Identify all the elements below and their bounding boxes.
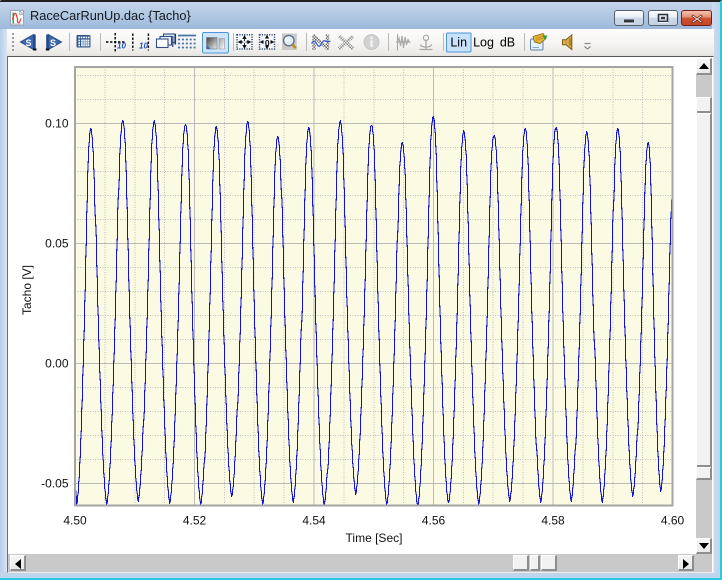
svg-text:4.58: 4.58 bbox=[541, 514, 565, 528]
svg-text:Log: Log bbox=[473, 36, 494, 50]
svg-text:4.56: 4.56 bbox=[422, 514, 446, 528]
svg-text:4.50: 4.50 bbox=[63, 514, 87, 528]
svg-text:-0.05: -0.05 bbox=[41, 477, 69, 491]
svg-text:S: S bbox=[50, 38, 56, 48]
svg-text:dB: dB bbox=[500, 36, 515, 50]
svg-text:0.00: 0.00 bbox=[45, 357, 69, 371]
svg-text:Tacho [V]: Tacho [V] bbox=[20, 265, 34, 315]
svg-text:4.54: 4.54 bbox=[302, 514, 326, 528]
svg-text:4.60: 4.60 bbox=[661, 514, 685, 528]
svg-text:10: 10 bbox=[139, 42, 148, 51]
svg-text:4.52: 4.52 bbox=[183, 514, 207, 528]
svg-text:0.10: 0.10 bbox=[45, 117, 69, 131]
svg-text:10: 10 bbox=[117, 42, 126, 51]
svg-text:Time [Sec]: Time [Sec] bbox=[346, 531, 403, 545]
svg-text:S: S bbox=[25, 38, 31, 48]
svg-text:0: 0 bbox=[265, 38, 270, 48]
svg-text:0.05: 0.05 bbox=[45, 237, 69, 251]
svg-text:Lin: Lin bbox=[450, 36, 467, 50]
